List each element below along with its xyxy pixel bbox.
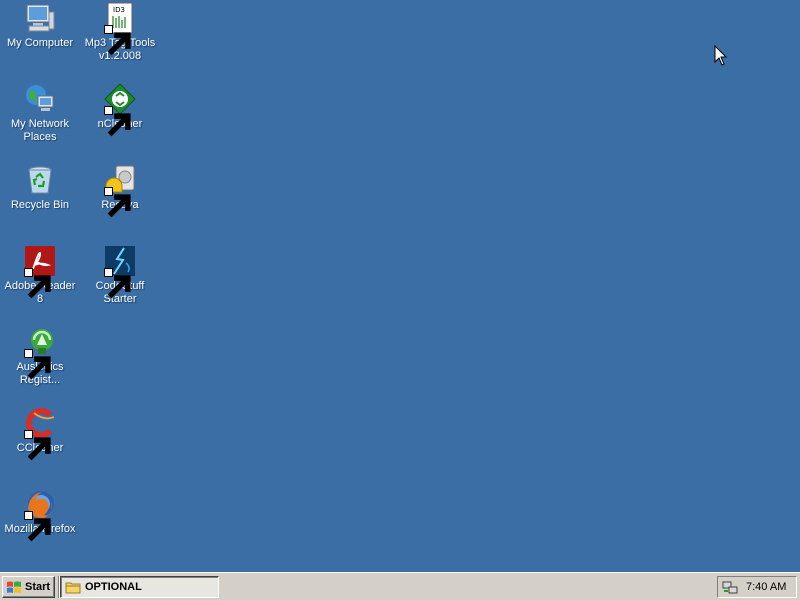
shortcut-arrow-icon: [24, 268, 51, 299]
desktop-icon-my-network-places[interactable]: My Network Places: [0, 83, 80, 144]
firefox-icon: [24, 488, 56, 542]
shortcut-arrow-icon: [24, 430, 51, 461]
start-label: Start: [25, 581, 51, 593]
system-tray: 7:40 AM: [717, 576, 797, 598]
desktop[interactable]: My Computer My Network Places Recycle Bi…: [0, 0, 800, 572]
taskbar: Start OPTIONAL 7:40 AM: [0, 572, 800, 600]
desktop-icon-mp3-tag-tools[interactable]: ID3 Mp3 Tag Tools v1.2.008: [80, 2, 160, 63]
desktop-icon-my-computer[interactable]: My Computer: [0, 2, 80, 50]
start-button[interactable]: Start: [2, 576, 55, 598]
shortcut-arrow-icon: [104, 268, 131, 299]
shortcut-arrow-icon: [24, 349, 51, 380]
clock[interactable]: 7:40 AM: [746, 581, 786, 593]
taskbar-button-optional[interactable]: OPTIONAL: [60, 576, 219, 598]
desktop-icon-label: My Network Places: [10, 118, 70, 143]
codestuff-starter-icon: [104, 245, 136, 299]
desktop-icon-mozilla-firefox[interactable]: Mozilla Firefox: [0, 488, 80, 542]
shortcut-arrow-icon: [104, 106, 131, 137]
desktop-icon-ccleaner[interactable]: CCleaner: [0, 407, 80, 461]
recycle-bin-icon: [24, 164, 56, 196]
desktop-icon-label: My Computer: [6, 37, 74, 49]
shortcut-arrow-icon: [104, 25, 131, 56]
desktop-icon-recuva[interactable]: Recuva: [80, 164, 160, 218]
shortcut-arrow-icon: [104, 187, 131, 218]
recuva-icon: [104, 164, 136, 218]
my-computer-icon: [24, 2, 56, 34]
auslogics-icon: [24, 326, 56, 380]
svg-text:ID3: ID3: [113, 6, 125, 14]
ncleaner-icon: [104, 83, 136, 137]
desktop-icon-codestuff-starter[interactable]: CodeStuff Starter: [80, 245, 160, 306]
mp3-tag-tools-icon: ID3: [104, 2, 136, 56]
desktop-icon-label: Recycle Bin: [10, 199, 70, 211]
folder-icon: [65, 582, 81, 594]
windows-logo-icon: [7, 581, 21, 593]
desktop-icon-recycle-bin[interactable]: Recycle Bin: [0, 164, 80, 212]
ccleaner-icon: [24, 407, 56, 461]
network-tray-icon[interactable]: [722, 579, 738, 595]
taskbar-button-label: OPTIONAL: [85, 581, 142, 593]
desktop-icon-auslogics[interactable]: Auslogics Regist...: [0, 326, 80, 387]
mouse-pointer-icon: [714, 45, 728, 66]
adobe-reader-icon: [24, 245, 56, 299]
desktop-icon-adobe-reader[interactable]: Adobe Reader 8: [0, 245, 80, 306]
network-places-icon: [24, 83, 56, 115]
shortcut-arrow-icon: [24, 511, 51, 542]
desktop-icon-ncleaner[interactable]: nCleaner: [80, 83, 160, 137]
